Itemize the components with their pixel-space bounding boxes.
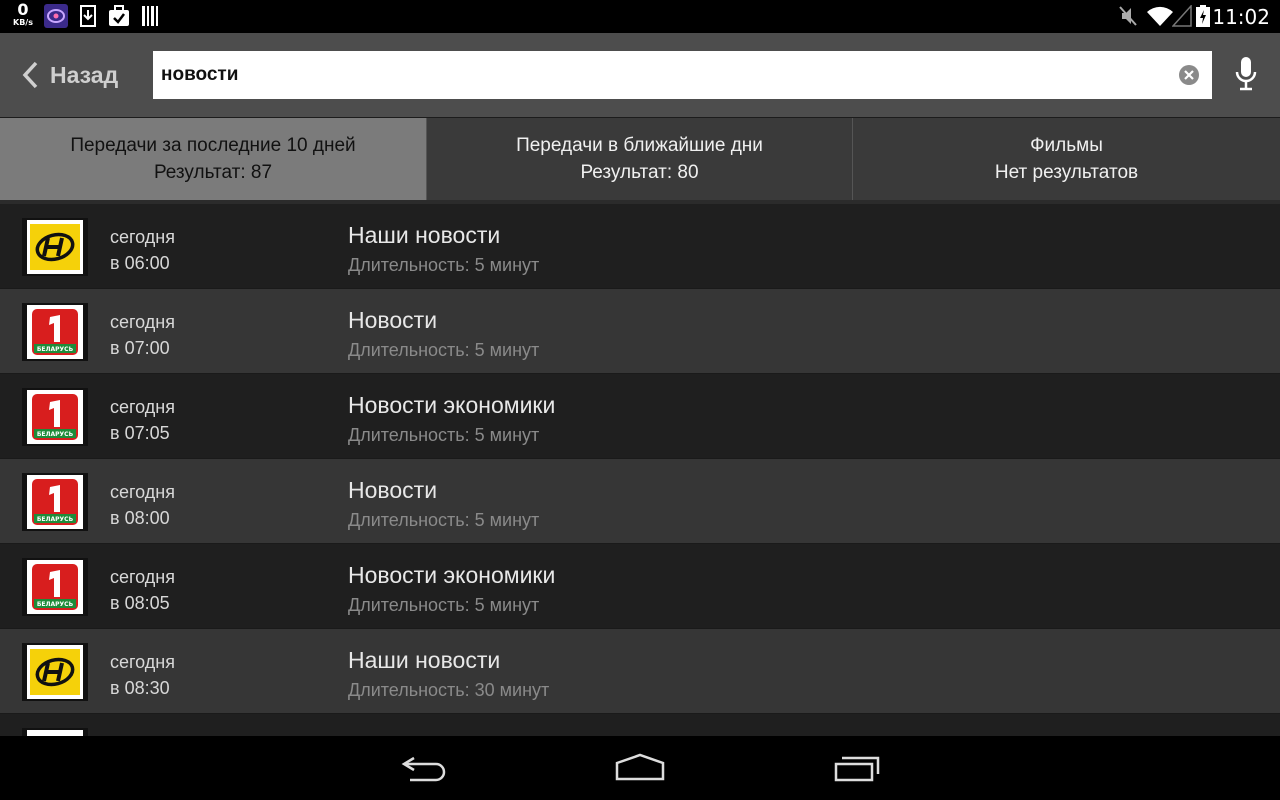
results-list: сегодня в 06:00 Наши новости Длительност… (0, 204, 1280, 736)
network-speed: 0 KB/s (8, 2, 38, 27)
eye-app-icon (44, 4, 68, 28)
air-day: сегодня (110, 567, 175, 587)
tab-upcoming-days[interactable]: Передачи в ближайшие дни Результат: 80 (427, 118, 853, 200)
navigation-bar (0, 736, 1280, 800)
air-day: сегодня (110, 312, 175, 332)
air-day: сегодня (110, 397, 175, 417)
air-clock: в 08:30 (110, 678, 170, 698)
program-duration: Длительность: 5 минут (348, 255, 540, 275)
tab-movies[interactable]: Фильмы Нет результатов (853, 118, 1280, 200)
program-title: Новости экономики (348, 562, 556, 588)
list-item[interactable]: БЕЛАРУСЬ сегодня в 08:00 Новости Длитель… (0, 459, 1280, 544)
result-tabs: Передачи за последние 10 дней Результат:… (0, 118, 1280, 200)
channel-logo (22, 728, 88, 736)
air-clock: в 08:00 (110, 508, 170, 528)
belarus-logo-text: БЕЛАРУСЬ (37, 601, 74, 608)
mute-icon (1119, 6, 1137, 26)
list-item[interactable]: БЕЛАРУСЬ сегодня в 07:00 Новости Длитель… (0, 289, 1280, 374)
air-day: сегодня (110, 227, 175, 247)
air-time: сегодня в 08:00 (110, 479, 175, 531)
clear-circle-icon[interactable] (1178, 64, 1200, 86)
back-button[interactable]: Назад (22, 51, 118, 99)
program-title: Наши новости (348, 647, 501, 673)
channel-logo (22, 643, 88, 701)
barcode-icon (142, 6, 158, 26)
tab-result-count: Результат: 80 (580, 162, 699, 183)
program-title: Новости (348, 307, 438, 333)
chevron-left-icon (22, 61, 38, 89)
list-item[interactable]: сегодня в 08:30 Наши новости Длительност… (0, 629, 1280, 714)
ont-logo-icon (30, 649, 80, 695)
search-input[interactable] (161, 51, 1161, 99)
signal-icon (1172, 5, 1192, 27)
recents-nav-icon[interactable] (832, 752, 882, 784)
air-day: сегодня (110, 652, 175, 672)
program-duration: Длительность: 5 минут (348, 510, 540, 530)
battery-charging-icon (1196, 5, 1210, 27)
network-speed-value: 0 (17, 0, 29, 19)
air-day: сегодня (110, 482, 175, 502)
back-button-label: Назад (50, 61, 119, 88)
search-box (153, 51, 1212, 99)
air-clock: в 08:05 (110, 593, 170, 613)
channel-logo: БЕЛАРУСЬ (22, 388, 88, 446)
microphone-icon[interactable] (1234, 55, 1258, 95)
air-time: сегодня в 08:30 (110, 649, 175, 701)
ont-logo-icon (30, 224, 80, 270)
air-time: сегодня в 08:05 (110, 564, 175, 616)
wifi-icon (1147, 6, 1173, 27)
belarus-1-logo-icon: БЕЛАРУСЬ (32, 309, 78, 355)
channel-logo: БЕЛАРУСЬ (22, 558, 88, 616)
status-bar: 0 KB/s 11:02 (0, 0, 1280, 33)
list-item[interactable]: БЕЛАРУСЬ сегодня в 08:05 Новости экономи… (0, 544, 1280, 629)
program-duration: Длительность: 30 минут (348, 680, 550, 700)
belarus-logo-text: БЕЛАРУСЬ (37, 431, 74, 438)
belarus-1-logo-icon: БЕЛАРУСЬ (32, 394, 78, 440)
air-time: сегодня в 06:00 (110, 224, 175, 276)
tab-result-count: Нет результатов (994, 162, 1139, 183)
channel-logo: БЕЛАРУСЬ (22, 303, 88, 361)
air-clock: в 07:05 (110, 423, 170, 443)
list-item-partial[interactable] (0, 714, 1280, 736)
network-speed-unit: KB/s (13, 18, 33, 27)
program-title: Новости экономики (348, 392, 556, 418)
back-nav-icon[interactable] (400, 752, 448, 784)
air-clock: в 06:00 (110, 253, 170, 273)
air-time: сегодня в 07:00 (110, 309, 175, 361)
download-icon (80, 5, 96, 27)
list-item[interactable]: БЕЛАРУСЬ сегодня в 07:05 Новости экономи… (0, 374, 1280, 459)
clock: 11:02 (1212, 5, 1270, 29)
home-nav-icon[interactable] (614, 752, 666, 784)
tab-title: Фильмы (1030, 135, 1103, 156)
program-duration: Длительность: 5 минут (348, 425, 540, 445)
belarus-logo-text: БЕЛАРУСЬ (37, 346, 74, 353)
action-bar: Назад (0, 33, 1280, 117)
tab-result-count: Результат: 87 (153, 162, 273, 183)
channel-logo (22, 218, 88, 276)
program-title: Наши новости (348, 222, 501, 248)
tab-past-10-days[interactable]: Передачи за последние 10 дней Результат:… (0, 118, 427, 200)
list-item[interactable]: сегодня в 06:00 Наши новости Длительност… (0, 204, 1280, 289)
briefcase-check-icon (109, 5, 129, 26)
program-duration: Длительность: 5 минут (348, 595, 540, 615)
program-duration: Длительность: 5 минут (348, 340, 540, 360)
air-time: сегодня в 07:05 (110, 394, 175, 446)
belarus-logo-text: БЕЛАРУСЬ (37, 516, 74, 523)
channel-logo: БЕЛАРУСЬ (22, 473, 88, 531)
air-clock: в 07:00 (110, 338, 170, 358)
tab-title: Передачи за последние 10 дней (70, 135, 356, 156)
belarus-1-logo-icon: БЕЛАРУСЬ (32, 564, 78, 610)
belarus-1-logo-icon: БЕЛАРУСЬ (32, 479, 78, 525)
program-title: Новости (348, 477, 438, 503)
tab-title: Передачи в ближайшие дни (516, 135, 763, 156)
